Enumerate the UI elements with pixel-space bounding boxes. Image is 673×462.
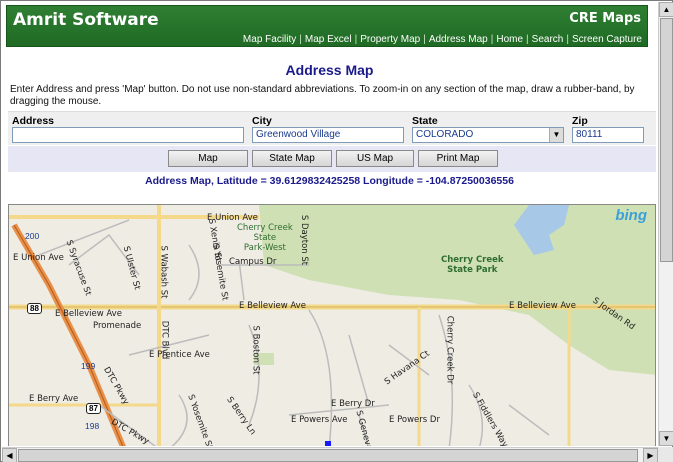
vertical-scroll-thumb[interactable] bbox=[660, 18, 673, 262]
page-title: Address Map bbox=[285, 62, 374, 78]
nav-screen-capture[interactable]: Screen Capture bbox=[572, 34, 642, 45]
instructions-text: Enter Address and press 'Map' button. Do… bbox=[10, 84, 635, 107]
map-label: E Belleview Ave bbox=[239, 301, 306, 311]
action-buttons: Map State Map US Map Print Map bbox=[8, 146, 656, 172]
location-marker bbox=[325, 441, 331, 446]
state-map-button[interactable]: State Map bbox=[252, 150, 332, 167]
highway-shield: 87 bbox=[86, 403, 101, 414]
map-label: E Powers Dr bbox=[389, 415, 440, 425]
nav-separator: | bbox=[490, 34, 494, 45]
bing-logo: bing bbox=[615, 207, 647, 224]
map-label: E Powers Ave bbox=[291, 415, 348, 425]
map-button[interactable]: Map bbox=[168, 150, 248, 167]
city-input[interactable]: Greenwood Village bbox=[252, 127, 404, 143]
nav-separator: | bbox=[526, 34, 529, 45]
chevron-down-icon[interactable]: ▼ bbox=[549, 128, 563, 142]
map-label: Campus Dr bbox=[229, 257, 277, 267]
site-header: Amrit Software CRE Maps Map Facility | Map… bbox=[6, 5, 648, 47]
top-nav: Map Facility | Map Excel | Property Map | Addr… bbox=[243, 34, 642, 45]
address-input[interactable] bbox=[12, 127, 244, 143]
print-map-button[interactable]: Print Map bbox=[418, 150, 498, 167]
nav-map-excel[interactable]: Map Excel bbox=[305, 34, 352, 45]
map-label: E Belleview Ave bbox=[55, 309, 122, 319]
map-label: Cherry Creek State Park-West bbox=[237, 223, 293, 253]
nav-search[interactable]: Search bbox=[532, 34, 564, 45]
us-map-button[interactable]: US Map bbox=[336, 150, 414, 167]
state-select[interactable]: COLORADO ▼ bbox=[412, 127, 564, 143]
horizontal-scrollbar[interactable]: ◀ ▶ bbox=[2, 447, 658, 462]
browser-frame: Amrit Software CRE Maps Map Facility | Map… bbox=[0, 0, 673, 462]
map-label: S Boston St bbox=[250, 325, 261, 375]
scroll-up-icon[interactable]: ▲ bbox=[659, 2, 673, 17]
map-label: E Union Ave bbox=[13, 253, 64, 263]
scrollbar-corner bbox=[658, 447, 673, 462]
address-form: Address City Greenwood Village State COL… bbox=[8, 111, 656, 145]
map-label: Promenade bbox=[93, 321, 142, 331]
address-label: Address bbox=[12, 115, 55, 127]
map-label: E Prentice Ave bbox=[149, 350, 210, 360]
nav-separator: | bbox=[566, 34, 569, 45]
map-label: DTC Blvd bbox=[159, 320, 170, 360]
map-label: E Belleview Ave bbox=[509, 301, 576, 311]
page-content: Amrit Software CRE Maps Map Facility | Map… bbox=[2, 2, 657, 446]
scroll-right-icon[interactable]: ▶ bbox=[643, 448, 658, 462]
highway-shield: 88 bbox=[27, 303, 42, 314]
map-label: Cherry Creek State Park bbox=[441, 255, 504, 275]
brand-logo-text: Amrit Software bbox=[13, 10, 159, 30]
state-select-value: COLORADO bbox=[416, 129, 474, 140]
map-view[interactable]: bing E Union Ave E Union Ave Cherry Cree… bbox=[8, 204, 656, 446]
zip-input[interactable]: 80111 bbox=[572, 127, 644, 143]
route-label: 198 bbox=[85, 421, 100, 431]
map-label: E Berry Ave bbox=[29, 394, 79, 404]
map-label: S Wabash St bbox=[158, 245, 169, 299]
product-name: CRE Maps bbox=[569, 11, 641, 26]
nav-separator: | bbox=[354, 34, 358, 45]
horizontal-scroll-thumb[interactable] bbox=[18, 449, 638, 462]
route-label: 200 bbox=[25, 231, 40, 241]
nav-separator: | bbox=[423, 34, 426, 45]
latlong-readout: Address Map, Latitude = 39.6129832425258… bbox=[145, 175, 514, 187]
scroll-left-icon[interactable]: ◀ bbox=[2, 448, 17, 462]
map-label: E Berry Dr bbox=[331, 399, 375, 409]
vertical-scrollbar[interactable]: ▲ ▼ bbox=[658, 2, 673, 446]
cherry-creek-park-area bbox=[259, 205, 655, 375]
map-label: Cherry Creek Dr bbox=[444, 315, 455, 385]
nav-address-map[interactable]: Address Map bbox=[429, 34, 488, 45]
nav-home[interactable]: Home bbox=[496, 34, 523, 45]
nav-property-map[interactable]: Property Map bbox=[360, 34, 420, 45]
map-label: S Dayton St bbox=[299, 214, 310, 266]
state-label: State bbox=[412, 115, 438, 127]
zip-label: Zip bbox=[572, 115, 588, 127]
scroll-down-icon[interactable]: ▼ bbox=[659, 431, 673, 446]
city-label: City bbox=[252, 115, 272, 127]
nav-map-facility[interactable]: Map Facility bbox=[243, 34, 296, 45]
nav-separator: | bbox=[299, 34, 302, 45]
route-label: 199 bbox=[81, 361, 96, 371]
